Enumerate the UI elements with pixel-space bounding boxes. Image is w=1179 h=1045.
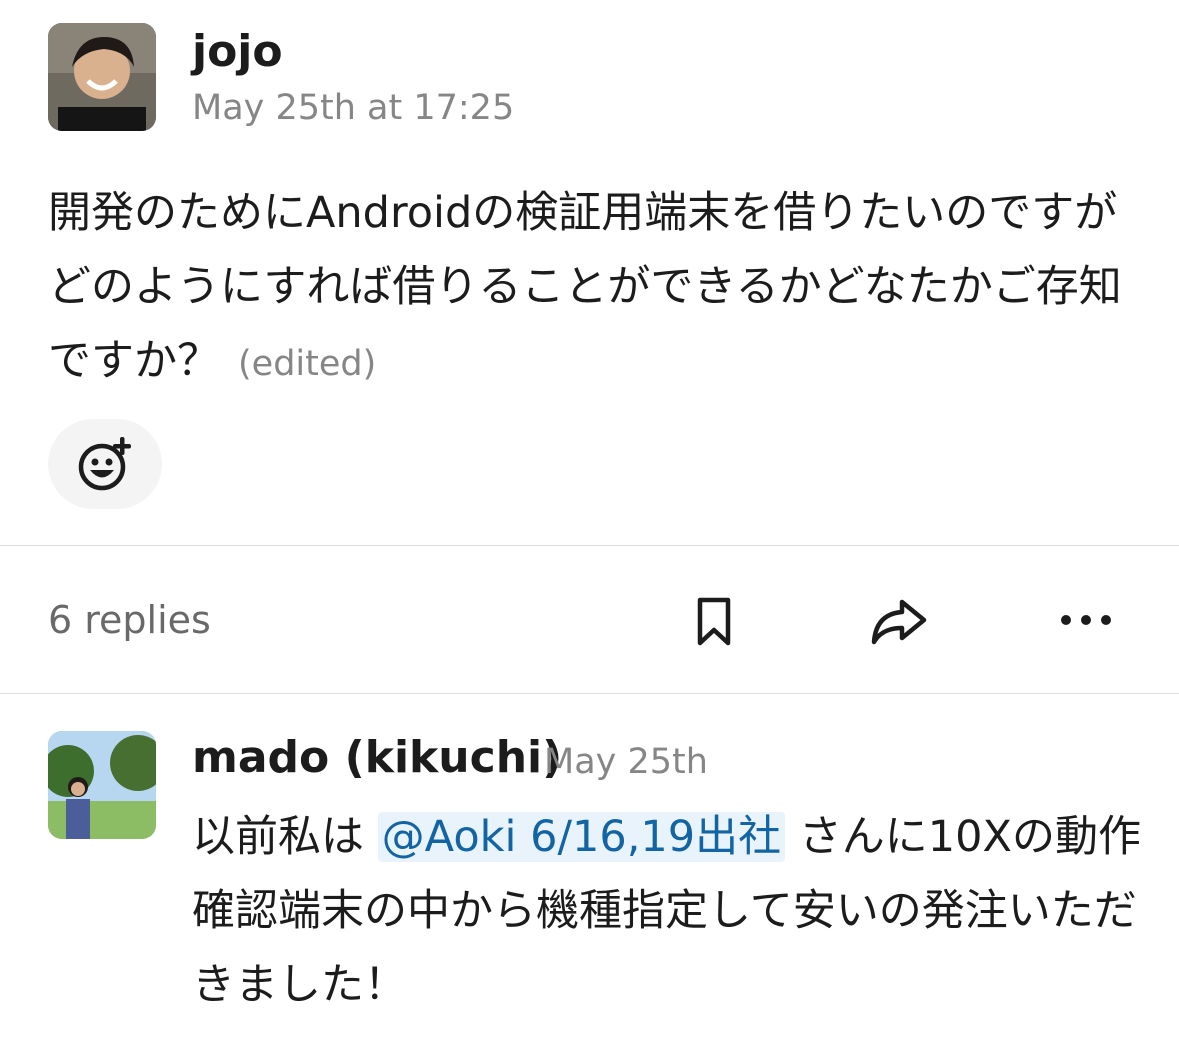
divider xyxy=(0,693,1179,694)
divider xyxy=(0,545,1179,546)
reply-timestamp[interactable]: May 25th xyxy=(544,742,708,782)
avatar-mado[interactable] xyxy=(48,731,156,839)
message-author[interactable]: jojo xyxy=(192,26,283,77)
share-icon[interactable] xyxy=(868,596,930,652)
message-timestamp[interactable]: May 25th at 17:25 xyxy=(192,88,514,128)
avatar-jojo[interactable] xyxy=(48,23,156,131)
message-text-content: 開発のためにAndroidの検証用端末を借りたいのですがどのようにすれば借りるこ… xyxy=(48,188,1122,386)
reply-text-before: 以前私は xyxy=(192,812,364,862)
add-reaction-icon xyxy=(78,437,131,491)
more-options-icon[interactable] xyxy=(1056,610,1116,634)
user-mention[interactable]: @Aoki 6/16,19出社 xyxy=(377,812,786,862)
bookmark-icon[interactable] xyxy=(692,596,736,652)
replies-count[interactable]: 6 replies xyxy=(48,598,211,642)
message-text: 開発のためにAndroidの検証用端末を借りたいのですがどのようにすれば借りるこ… xyxy=(48,176,1138,401)
edited-label: (edited) xyxy=(238,344,377,384)
reply-author[interactable]: mado (kikuchi) xyxy=(192,732,562,783)
reply-text: 以前私は @Aoki 6/16,19出社 さんに10Xの動作確認端末の中から機種… xyxy=(192,800,1142,1022)
add-reaction-button[interactable] xyxy=(48,419,162,509)
